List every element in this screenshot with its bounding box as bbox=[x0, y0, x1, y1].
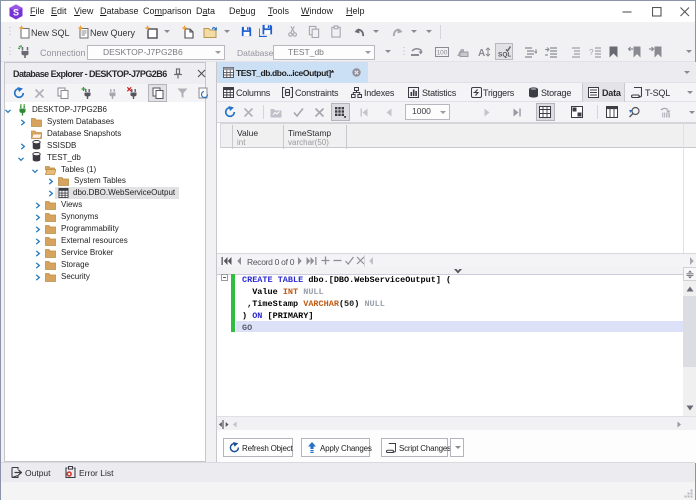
svg-text:S: S bbox=[13, 8, 19, 18]
svg-text:A: A bbox=[478, 48, 485, 58]
svg-text:?: ? bbox=[589, 48, 594, 57]
svg-text:SQL: SQL bbox=[498, 52, 511, 59]
svg-text:100: 100 bbox=[437, 50, 448, 57]
